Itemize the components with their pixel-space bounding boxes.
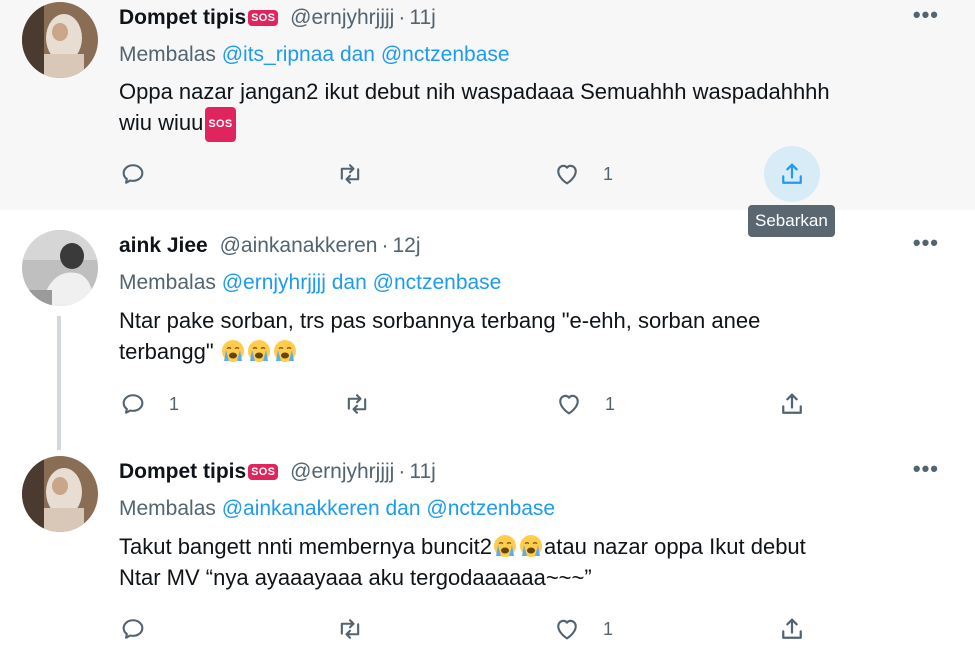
sos-badge: SOS — [205, 107, 236, 142]
mention-link[interactable]: @its_ripnaa — [222, 43, 334, 66]
tweet-text: Ntar pake sorban, trs pas sorbannya terb… — [119, 308, 761, 364]
mention-link[interactable]: @nctzenbase — [373, 271, 502, 294]
like-count: 1 — [603, 163, 614, 184]
action-bar: 1 — [0, 146, 975, 202]
loudly-crying-face-emoji — [247, 340, 270, 362]
display-name[interactable]: Dompet tipis — [119, 6, 246, 29]
sos-badge: SOS — [248, 464, 279, 480]
more-icon[interactable]: ••• — [913, 2, 939, 28]
display-name[interactable]: aink Jiee — [119, 234, 208, 257]
replying-to: Membalas @its_ripnaa dan @nctzenbase — [119, 43, 510, 66]
user-handle[interactable]: @ainkanakkeren — [220, 234, 378, 257]
mention-link[interactable]: @ainkanakkeren — [222, 497, 380, 520]
tweet-header: aink Jiee @ainkanakkeren · 12j — [119, 234, 421, 257]
avatar[interactable] — [22, 230, 98, 306]
heart-icon — [557, 619, 577, 640]
share-icon — [782, 163, 802, 184]
share-button[interactable] — [778, 384, 806, 424]
reply-icon — [122, 394, 144, 414]
retweet-icon — [340, 164, 360, 184]
more-icon[interactable]: ••• — [913, 456, 939, 482]
action-bar: 1 1 — [0, 384, 975, 424]
loudly-crying-face-emoji — [520, 535, 543, 557]
retweet-icon — [347, 394, 367, 414]
loudly-crying-face-emoji — [494, 535, 517, 557]
mention-link[interactable]: @ernjyhrjjjj — [222, 271, 326, 294]
avatar[interactable] — [22, 2, 98, 78]
like-button[interactable]: 1 — [553, 154, 613, 194]
like-button[interactable]: 1 — [553, 609, 613, 649]
share-button[interactable] — [778, 609, 806, 649]
tweet-text: Takut bangett nnti membernya buncit2 atau… — [119, 534, 806, 590]
replying-to: Membalas @ainkanakkeren dan @nctzenbase — [119, 497, 556, 520]
retweet-button[interactable] — [336, 154, 386, 194]
tweet-1[interactable]: Dompet tipis SOS @ernjyhrjjjj · 11j ••• Mem… — [0, 0, 975, 237]
timestamp[interactable]: 12j — [393, 234, 421, 257]
loudly-crying-face-emoji — [221, 340, 244, 362]
like-count: 1 — [605, 393, 616, 414]
like-count: 1 — [603, 618, 614, 639]
share-icon — [782, 618, 802, 639]
tweet-header: Dompet tipis SOS @ernjyhrjjjj · 11j — [119, 6, 436, 29]
tweet-text: Oppa nazar jangan2 ikut debut nih waspad… — [119, 76, 909, 142]
display-name[interactable]: Dompet tipis — [119, 460, 246, 483]
replying-to: Membalas @ernjyhrjjjj dan @nctzenbase — [119, 271, 502, 294]
reply-icon — [122, 619, 144, 639]
heart-icon — [557, 164, 577, 185]
share-button[interactable] — [764, 146, 820, 202]
user-handle[interactable]: @ernjyhrjjjj — [290, 460, 394, 483]
mention-link[interactable]: @nctzenbase — [426, 497, 555, 520]
mention-link[interactable]: @nctzenbase — [381, 43, 510, 66]
retweet-button[interactable] — [343, 384, 393, 424]
like-button[interactable]: 1 — [555, 384, 615, 424]
avatar[interactable] — [22, 456, 98, 532]
thread-line — [57, 316, 61, 450]
tweet-3[interactable]: Dompet tipis SOS @ernjyhrjjjj · 11j ••• Mem… — [0, 454, 975, 661]
user-handle[interactable]: @ernjyhrjjjj — [290, 6, 394, 29]
timestamp[interactable]: 11j — [409, 460, 435, 483]
reply-button[interactable] — [119, 609, 169, 649]
reply-icon — [122, 164, 144, 184]
sos-badge: SOS — [248, 10, 279, 26]
tweet-header: Dompet tipis SOS @ernjyhrjjjj · 11j — [119, 460, 436, 483]
action-bar: 1 — [0, 609, 975, 649]
timestamp[interactable]: 11j — [409, 6, 435, 29]
reply-button[interactable]: 1 — [119, 384, 179, 424]
reply-button[interactable] — [119, 154, 169, 194]
retweet-button[interactable] — [336, 609, 386, 649]
tweet-2[interactable]: aink Jiee @ainkanakkeren · 12j ••• Membala… — [0, 228, 975, 450]
retweet-icon — [340, 619, 360, 639]
more-icon[interactable]: ••• — [913, 230, 939, 256]
loudly-crying-face-emoji — [273, 340, 296, 362]
heart-icon — [559, 394, 579, 415]
share-icon — [782, 393, 802, 414]
reply-count: 1 — [169, 393, 180, 414]
